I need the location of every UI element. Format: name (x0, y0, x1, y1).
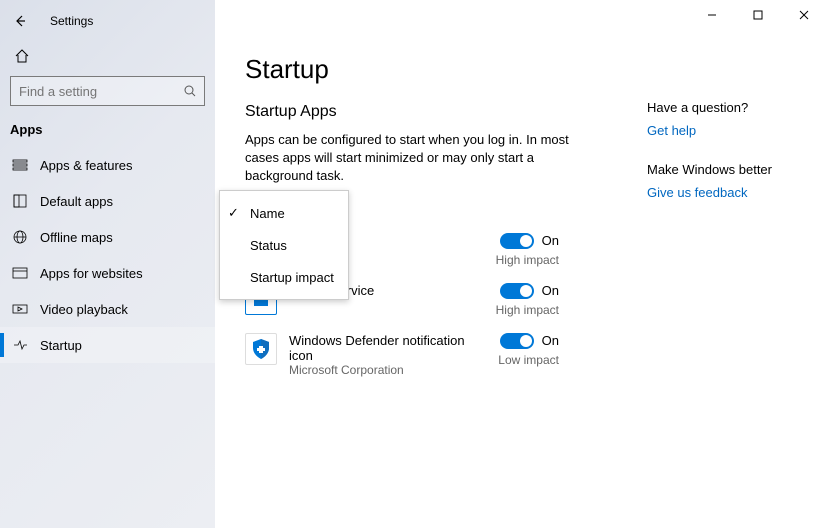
app-toggle[interactable] (500, 333, 534, 349)
video-playback-icon (12, 301, 28, 317)
main-content: Startup Startup Apps Apps can be configu… (215, 0, 827, 528)
page-title: Startup (245, 54, 803, 85)
sidebar-item-apps-websites[interactable]: Apps for websites (0, 255, 215, 291)
sort-option-name[interactable]: ✓ Name (220, 197, 348, 229)
sidebar-item-offline-maps[interactable]: Offline maps (0, 219, 215, 255)
right-panel: Have a question? Get help Make Windows b… (647, 100, 797, 224)
section-description: Apps can be configured to start when you… (245, 131, 605, 186)
sort-option-status[interactable]: Status (220, 229, 348, 261)
sidebar-item-default-apps[interactable]: Default apps (0, 183, 215, 219)
sidebar-item-label: Offline maps (40, 230, 113, 245)
app-publisher: Microsoft Corporation (289, 363, 489, 377)
get-help-link[interactable]: Get help (647, 123, 797, 138)
window-title: Settings (50, 14, 93, 28)
sort-option-startup-impact[interactable]: Startup impact (220, 261, 348, 293)
app-name: Windows Defender notification icon (289, 333, 489, 363)
sidebar-item-video-playback[interactable]: Video playback (0, 291, 215, 327)
sidebar: Settings Apps Apps & features Default ap… (0, 0, 215, 528)
check-icon: ✓ (228, 205, 242, 221)
search-box[interactable] (10, 76, 205, 106)
feedback-link[interactable]: Give us feedback (647, 185, 797, 200)
impact-label: High impact (496, 303, 559, 317)
toggle-state: On (542, 333, 559, 348)
sidebar-item-label: Default apps (40, 194, 113, 209)
sidebar-item-label: Apps for websites (40, 266, 143, 281)
category-heading: Apps (0, 116, 215, 147)
apps-features-icon (12, 157, 28, 173)
sort-option-label: Startup impact (250, 270, 334, 285)
sort-dropdown[interactable]: ✓ Name Status Startup impact (219, 190, 349, 300)
startup-icon (12, 337, 28, 353)
startup-app-row[interactable]: Windows Defender notification icon Micro… (245, 333, 803, 377)
sort-option-label: Status (250, 238, 287, 253)
app-toggle[interactable] (500, 233, 534, 249)
app-toggle[interactable] (500, 283, 534, 299)
default-apps-icon (12, 193, 28, 209)
back-button[interactable] (10, 14, 30, 28)
apps-websites-icon (12, 265, 28, 281)
sidebar-item-apps-features[interactable]: Apps & features (0, 147, 215, 183)
sort-option-label: Name (250, 206, 285, 221)
toggle-state: On (542, 233, 559, 248)
impact-label: High impact (496, 253, 559, 267)
sidebar-item-label: Startup (40, 338, 82, 353)
search-icon (182, 83, 198, 99)
offline-maps-icon (12, 229, 28, 245)
impact-label: Low impact (498, 353, 559, 367)
sidebar-item-label: Apps & features (40, 158, 133, 173)
feedback-title: Make Windows better (647, 162, 797, 177)
search-input[interactable] (11, 84, 204, 99)
toggle-state: On (542, 283, 559, 298)
sidebar-item-startup[interactable]: Startup (0, 327, 215, 363)
sidebar-item-label: Video playback (40, 302, 128, 317)
home-button[interactable] (14, 48, 30, 64)
question-title: Have a question? (647, 100, 797, 115)
app-icon (245, 333, 277, 365)
